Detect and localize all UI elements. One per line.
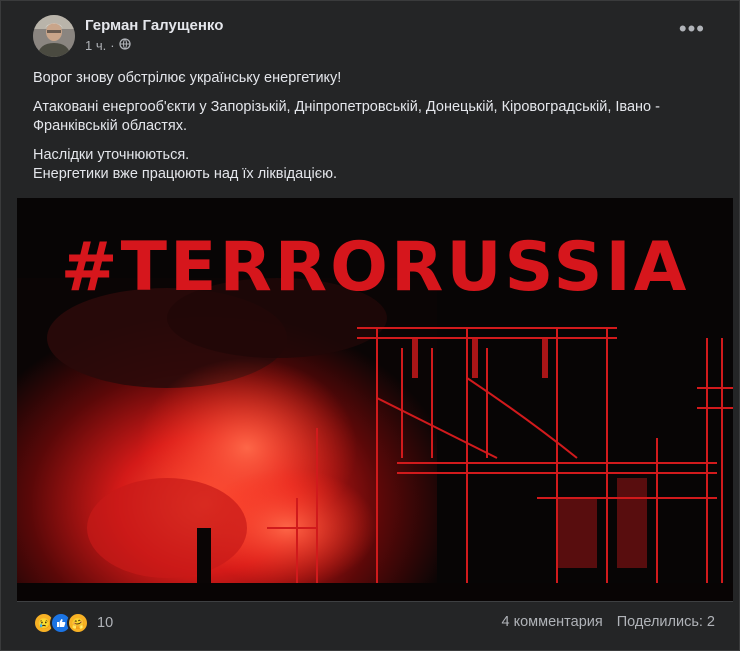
more-options-icon[interactable]: •••	[679, 18, 705, 40]
image-headline: #TERRORUSSIA	[60, 228, 690, 307]
author-avatar[interactable]	[33, 15, 75, 57]
post-image[interactable]: #TERRORUSSIA	[17, 198, 733, 601]
globe-icon	[118, 38, 131, 53]
shares-count[interactable]: Поделились: 2	[617, 614, 715, 630]
reactions-summary[interactable]: 😢 🤗 10	[33, 612, 113, 634]
post-paragraph: Ворог знову обстрілює українську енергет…	[33, 70, 342, 86]
post-paragraph: Наслідки уточнюються.	[33, 147, 190, 163]
post-meta: 1 ч. ·	[85, 38, 131, 53]
post-text: Ворог знову обстрілює українську енергет…	[33, 69, 723, 194]
post-paragraph: Атаковані енергооб'єкти у Запорізькій, Д…	[33, 99, 660, 134]
post-time[interactable]: 1 ч.	[85, 38, 106, 53]
reaction-count: 10	[97, 615, 114, 631]
care-reaction-icon: 🤗	[67, 612, 89, 634]
post-paragraph: Енергетики вже працюють над їх ліквідаці…	[33, 166, 338, 182]
comments-count[interactable]: 4 комментария	[502, 614, 603, 630]
engagement-stats: 4 комментария Поделились: 2	[502, 614, 716, 630]
post-card: Герман Галущенко 1 ч. · ••• Ворог знову …	[0, 0, 740, 651]
author-name[interactable]: Герман Галущенко	[85, 17, 223, 34]
post-footer: 😢 🤗 10 4 комментария Поделились: 2	[17, 601, 733, 642]
